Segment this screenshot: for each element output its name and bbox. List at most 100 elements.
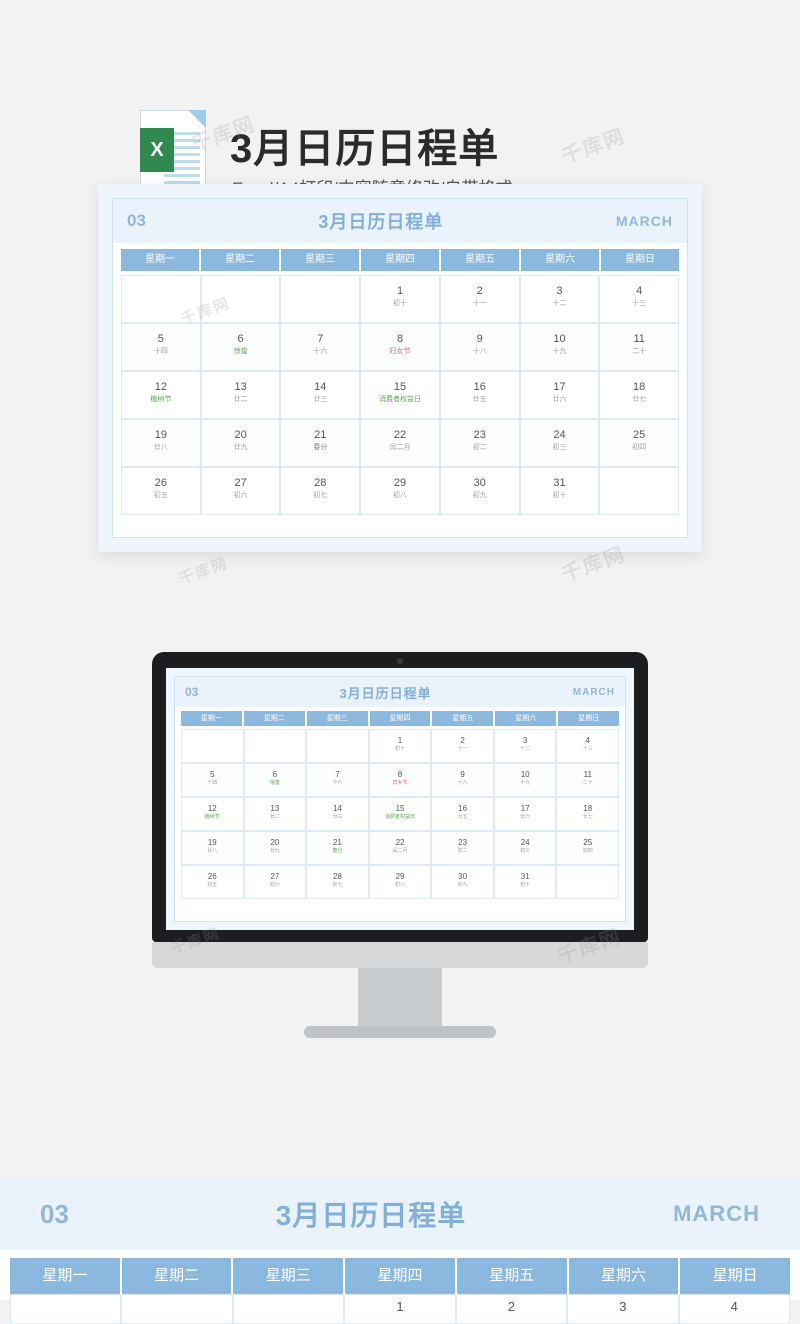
calendar-day-cell[interactable]: 21 春分 — [280, 419, 361, 467]
calendar-day-cell[interactable]: 18 廿七 — [599, 371, 680, 419]
calendar-day-cell[interactable]: 20 廿九 — [243, 831, 307, 865]
calendar-day-cell[interactable]: 31 初十 — [493, 865, 557, 899]
calendar-day-cell[interactable]: 11 二十 — [556, 763, 620, 797]
day-number: 23 — [473, 429, 486, 441]
calendar-day-cell[interactable]: 27 初六 — [200, 467, 281, 515]
calendar-day-cell[interactable]: 3 十二 — [519, 275, 600, 323]
calendar-day-cell[interactable]: 1 初十 — [368, 729, 432, 763]
day-number: 29 — [395, 872, 405, 881]
day-number: 9 — [460, 770, 465, 779]
day-lunar-label: 十六 — [313, 348, 328, 355]
calendar-day-cell[interactable] — [280, 275, 361, 323]
day-number: 21 — [314, 429, 327, 441]
calendar-day-cell[interactable]: 15 消费者权益日 — [368, 797, 432, 831]
calendar-day-cell[interactable]: 26 初五 — [181, 865, 244, 899]
calendar-day-cell[interactable] — [243, 729, 307, 763]
day-number: 8 — [397, 770, 403, 779]
calendar-day-cell[interactable]: 4 十三 — [556, 729, 620, 763]
calendar-day-cell[interactable]: 1 — [344, 1294, 456, 1324]
day-lunar-label: 消费者权益日 — [385, 814, 416, 820]
calendar-day-cell[interactable]: 19 廿八 — [181, 831, 244, 865]
calendar-week-row: 19 廿八 20 廿九 21 春分 22 闰二月 23 初二 24 初三 25 初四 — [121, 419, 680, 467]
calendar-day-cell[interactable] — [200, 275, 281, 323]
calendar-day-cell[interactable] — [599, 467, 680, 515]
day-lunar-label: 初六 — [233, 492, 248, 499]
calendar-header: 03 3月日历日程单 MARCH — [0, 1178, 800, 1250]
calendar-day-cell[interactable]: 17 廿六 — [519, 371, 600, 419]
calendar-day-cell[interactable]: 18 廿七 — [556, 797, 620, 831]
watermark: 千库网 — [176, 554, 231, 589]
calendar-day-cell[interactable] — [10, 1294, 122, 1324]
calendar-day-cell[interactable]: 29 初八 — [360, 467, 440, 515]
calendar-day-cell[interactable]: 21 春分 — [306, 831, 369, 865]
calendar-day-cell[interactable]: 10 十九 — [493, 763, 557, 797]
calendar-day-cell[interactable]: 28 初七 — [280, 467, 361, 515]
calendar-day-cell[interactable]: 7 十六 — [280, 323, 361, 371]
calendar-day-cell[interactable]: 14 廿三 — [306, 797, 369, 831]
calendar-day-cell[interactable]: 25 初四 — [599, 419, 680, 467]
calendar-day-cell[interactable]: 9 十八 — [439, 323, 520, 371]
calendar-day-cell[interactable]: 14 廿三 — [280, 371, 361, 419]
calendar-day-cell[interactable]: 23 初二 — [439, 419, 520, 467]
day-lunar-label: 廿二 — [233, 396, 248, 403]
calendar-day-cell[interactable]: 3 十二 — [493, 729, 557, 763]
calendar-day-cell[interactable]: 6 惊蛰 — [243, 763, 307, 797]
calendar-day-cell[interactable]: 2 — [455, 1294, 568, 1324]
calendar-day-cell[interactable]: 22 闰二月 — [368, 831, 432, 865]
calendar-day-cell[interactable]: 28 初七 — [306, 865, 369, 899]
calendar-day-cell[interactable]: 27 初六 — [243, 865, 307, 899]
calendar-day-cell[interactable]: 5 十四 — [181, 763, 244, 797]
calendar-day-cell[interactable]: 17 廿六 — [493, 797, 557, 831]
calendar-day-cell[interactable] — [121, 1294, 233, 1324]
calendar-day-cell[interactable] — [556, 865, 620, 899]
calendar-day-cell[interactable]: 12 植树节 — [121, 371, 201, 419]
calendar-day-cell[interactable]: 19 廿八 — [121, 419, 201, 467]
calendar-day-cell[interactable]: 3 — [567, 1294, 679, 1324]
calendar-day-cell[interactable] — [121, 275, 201, 323]
calendar-day-cell[interactable]: 30 初九 — [439, 467, 520, 515]
calendar-day-cell[interactable]: 31 初十 — [519, 467, 600, 515]
calendar-day-cell[interactable]: 2 十一 — [439, 275, 520, 323]
day-number: 9 — [476, 333, 483, 345]
calendar-day-cell[interactable]: 8 妇女节 — [368, 763, 432, 797]
calendar-day-cell[interactable]: 29 初八 — [368, 865, 432, 899]
calendar-day-cell[interactable]: 24 初三 — [519, 419, 600, 467]
calendar-day-cell[interactable]: 11 二十 — [599, 323, 680, 371]
calendar-day-cell[interactable]: 10 十九 — [519, 323, 600, 371]
calendar-day-cell[interactable]: 13 廿二 — [200, 371, 281, 419]
day-number: 22 — [393, 429, 407, 441]
day-lunar-label: 初九 — [457, 882, 468, 888]
calendar-day-cell[interactable]: 20 廿九 — [200, 419, 281, 467]
calendar-day-cell[interactable] — [232, 1294, 345, 1324]
calendar-day-cell[interactable]: 25 初四 — [556, 831, 620, 865]
calendar-day-cell[interactable]: 5 十四 — [121, 323, 201, 371]
calendar-day-cell[interactable]: 16 廿五 — [439, 371, 520, 419]
calendar-day-cell[interactable]: 12 植树节 — [181, 797, 244, 831]
day-number: 26 — [207, 872, 217, 881]
weekday-cell: 星期日 — [680, 1258, 791, 1294]
calendar-day-cell[interactable]: 23 初二 — [431, 831, 494, 865]
calendar-day-cell[interactable] — [181, 729, 244, 763]
calendar-day-cell[interactable]: 16 廿五 — [431, 797, 494, 831]
monitor-screen: 03 3月日历日程单 MARCH 星期一 星期二 星期三 星期四 星期五 星期六… — [166, 668, 634, 930]
calendar-day-cell[interactable]: 22 闰二月 — [360, 419, 440, 467]
calendar-day-cell[interactable]: 2 十一 — [431, 729, 494, 763]
calendar-day-cell[interactable]: 13 廿二 — [243, 797, 307, 831]
calendar-day-cell[interactable]: 8 妇女节 — [360, 323, 440, 371]
calendar-day-cell[interactable]: 30 初九 — [431, 865, 494, 899]
webcam-dot-icon — [397, 658, 403, 664]
calendar-week-row: 12 植树节 13 廿二 14 廿三 15 消费者权益日 16 廿五 17 廿六 18 廿七 — [181, 797, 620, 831]
calendar-preview-card: 03 3月日历日程单 MARCH 星期一 星期二 星期三 星期四 星期五 星期六… — [98, 184, 702, 552]
calendar-day-cell[interactable]: 1 初十 — [360, 275, 440, 323]
calendar-day-cell[interactable]: 26 初五 — [121, 467, 201, 515]
calendar-day-cell[interactable]: 6 惊蛰 — [200, 323, 281, 371]
calendar-day-cell[interactable]: 15 消费者权益日 — [360, 371, 440, 419]
calendar-day-cell[interactable]: 4 — [678, 1294, 790, 1324]
calendar-day-cell[interactable] — [306, 729, 369, 763]
calendar-day-cell[interactable]: 7 十六 — [306, 763, 369, 797]
calendar-day-cell[interactable]: 9 十八 — [431, 763, 494, 797]
weekday-cell: 星期四 — [369, 711, 433, 726]
day-number: 13 — [270, 804, 280, 813]
calendar-day-cell[interactable]: 24 初三 — [493, 831, 557, 865]
calendar-day-cell[interactable]: 4 十三 — [599, 275, 680, 323]
